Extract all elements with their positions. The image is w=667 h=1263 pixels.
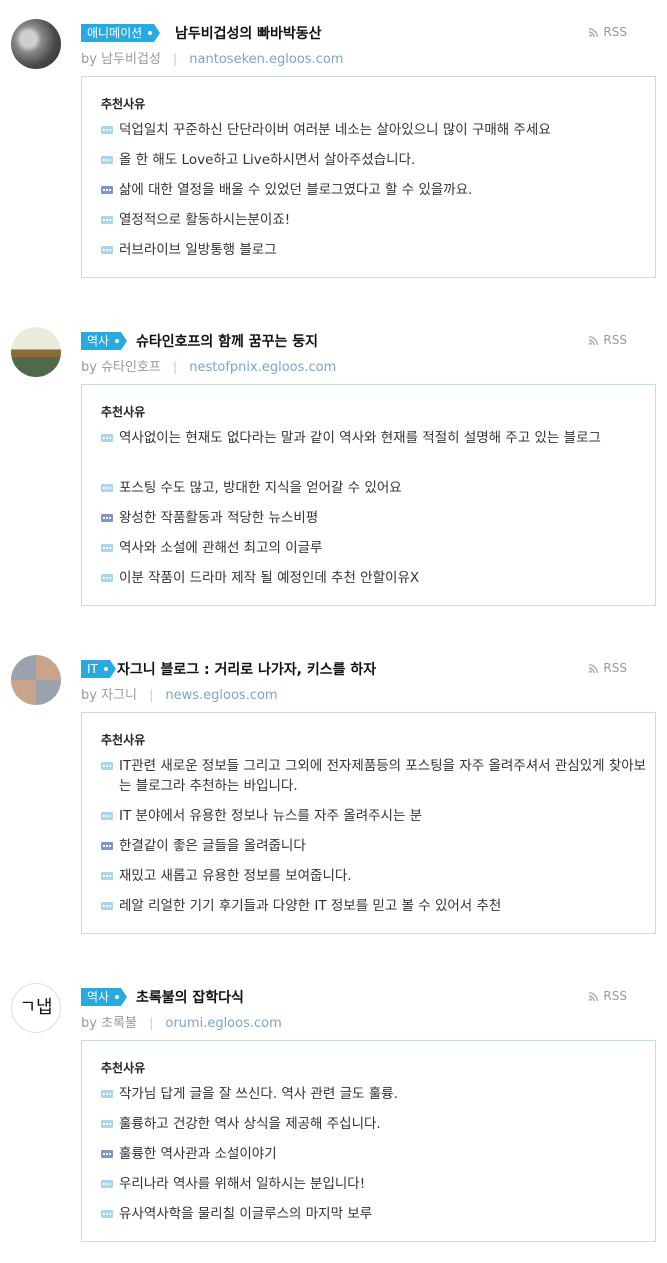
- recommend-box: 추천사유 작가님 답게 글을 잘 쓰신다. 역사 관련 글도 훌륭. 훌륭하고 …: [81, 1040, 656, 1242]
- blog-title[interactable]: 초록불의 잡학다식: [136, 987, 244, 1007]
- list-item: 덕업일치 꾸준하신 단단라이버 여러분 네소는 살아있으니 많이 구매해 주세요: [101, 120, 649, 140]
- avatar[interactable]: [11, 655, 61, 705]
- comment-icon: [101, 1090, 113, 1098]
- recommend-box: 추천사유 IT관련 새로운 정보들 그리고 그외에 전자제품등의 포스팅을 자주…: [81, 712, 656, 934]
- rss-icon: [589, 334, 599, 346]
- reason-header: 추천사유: [101, 733, 146, 747]
- rss-icon: [589, 26, 599, 38]
- avatar[interactable]: [11, 19, 61, 69]
- comment-icon: [101, 246, 113, 254]
- comment-icon: [101, 434, 113, 442]
- blog-title[interactable]: 자그니 블로그 : 거리로 나가자, 키스를 하자: [117, 659, 376, 679]
- comment-icon: [101, 902, 113, 910]
- comment-icon: [101, 186, 113, 194]
- list-item: 우리나라 역사를 위해서 일하시는 분입니다!: [101, 1174, 649, 1194]
- list-item: 작가님 답게 글을 잘 쓰신다. 역사 관련 글도 훌륭.: [101, 1084, 649, 1104]
- list-item: IT관련 새로운 정보들 그리고 그외에 전자제품등의 포스팅을 자주 올려주셔…: [101, 756, 649, 796]
- comment-icon: [101, 574, 113, 582]
- blog-url[interactable]: orumi.egloos.com: [165, 1016, 281, 1031]
- comment-icon: [101, 126, 113, 134]
- list-item: 유사역사학을 물리칠 이글루스의 마지막 보루: [101, 1204, 649, 1224]
- list-item: 훌륭하고 건강한 역사 상식을 제공해 주십니다.: [101, 1114, 649, 1134]
- byline: by 슈타인호프 | nestofpnix.egloos.com: [81, 360, 337, 375]
- byline: by 자그니 | news.egloos.com: [81, 688, 278, 703]
- list-item: 역사와 소설에 관해선 최고의 이글루: [101, 538, 649, 558]
- blog-title[interactable]: 슈타인호프의 함께 꿈꾸는 둥지: [136, 331, 318, 351]
- comment-icon: [101, 812, 113, 820]
- list-item: 훌륭한 역사관과 소설이야기: [101, 1144, 649, 1164]
- comment-icon: [101, 156, 113, 164]
- category-badge[interactable]: 애니메이션: [81, 24, 161, 42]
- recommend-box: 추천사유 역사없이는 현재도 없다라는 말과 같이 역사와 현재를 적절히 설명…: [81, 384, 656, 606]
- list-item: 이분 작품이 드라마 제작 될 예정인데 추천 안할이유X: [101, 568, 649, 588]
- comment-icon: [101, 762, 113, 770]
- rss-icon: [589, 990, 599, 1002]
- author-name[interactable]: 자그니: [101, 688, 137, 703]
- recommend-box: 추천사유 덕업일치 꾸준하신 단단라이버 여러분 네소는 살아있으니 많이 구매…: [81, 76, 656, 278]
- rss-link[interactable]: RSS: [589, 333, 627, 347]
- blog-title[interactable]: 남두비겁성의 빠바박동산: [175, 23, 322, 43]
- list-item: 왕성한 작품활동과 적당한 뉴스비평: [101, 508, 649, 528]
- comment-icon: [101, 842, 113, 850]
- list-item: 삶에 대한 열정을 배울 수 있었던 블로그였다고 할 수 있을까요.: [101, 180, 649, 200]
- author-name[interactable]: 초록불: [101, 1016, 137, 1031]
- author-name[interactable]: 슈타인호프: [101, 360, 161, 375]
- list-item: 포스팅 수도 많고, 방대한 지식을 얻어갈 수 있어요: [101, 478, 649, 498]
- comment-icon: [101, 484, 113, 492]
- reason-header: 추천사유: [101, 97, 146, 111]
- rss-link[interactable]: RSS: [589, 989, 627, 1003]
- list-item: 한결같이 좋은 글들을 올려줍니다: [101, 836, 649, 856]
- list-item: 레알 리얼한 기기 후기들과 다양한 IT 정보를 믿고 볼 수 있어서 추천: [101, 896, 649, 916]
- avatar[interactable]: [11, 327, 61, 377]
- blog-url[interactable]: nestofpnix.egloos.com: [189, 360, 336, 375]
- reason-header: 추천사유: [101, 1061, 146, 1075]
- rss-link[interactable]: RSS: [589, 661, 627, 675]
- reason-header: 추천사유: [101, 405, 146, 419]
- avatar[interactable]: ㄱ냅: [11, 983, 61, 1033]
- list-item: 러브라이브 일방통행 블로그: [101, 240, 649, 260]
- comment-icon: [101, 872, 113, 880]
- comment-icon: [101, 514, 113, 522]
- comment-icon: [101, 1120, 113, 1128]
- comment-icon: [101, 1210, 113, 1218]
- byline: by 초록불 | orumi.egloos.com: [81, 1016, 282, 1031]
- list-item: 올 한 해도 Love하고 Live하시면서 살아주셨습니다.: [101, 150, 649, 170]
- category-badge[interactable]: 역사: [81, 332, 128, 350]
- rss-link[interactable]: RSS: [589, 25, 627, 39]
- blog-url[interactable]: news.egloos.com: [165, 688, 277, 703]
- list-item: IT 분야에서 유용한 정보나 뉴스를 자주 올려주시는 분: [101, 806, 649, 826]
- blog-url[interactable]: nantoseken.egloos.com: [189, 52, 343, 67]
- comment-icon: [101, 1180, 113, 1188]
- category-badge[interactable]: 역사: [81, 988, 128, 1006]
- comment-icon: [101, 216, 113, 224]
- comment-icon: [101, 1150, 113, 1158]
- author-name[interactable]: 남두비겁성: [101, 52, 161, 67]
- list-item: 역사없이는 현재도 없다라는 말과 같이 역사와 현재를 적절히 설명해 주고 …: [101, 428, 649, 448]
- comment-icon: [101, 544, 113, 552]
- category-badge[interactable]: IT: [81, 660, 116, 678]
- list-item: 재밌고 새롭고 유용한 정보를 보여줍니다.: [101, 866, 649, 886]
- rss-icon: [589, 662, 599, 674]
- byline: by 남두비겁성 | nantoseken.egloos.com: [81, 52, 344, 67]
- list-item: 열정적으로 활동하시는분이죠!: [101, 210, 649, 230]
